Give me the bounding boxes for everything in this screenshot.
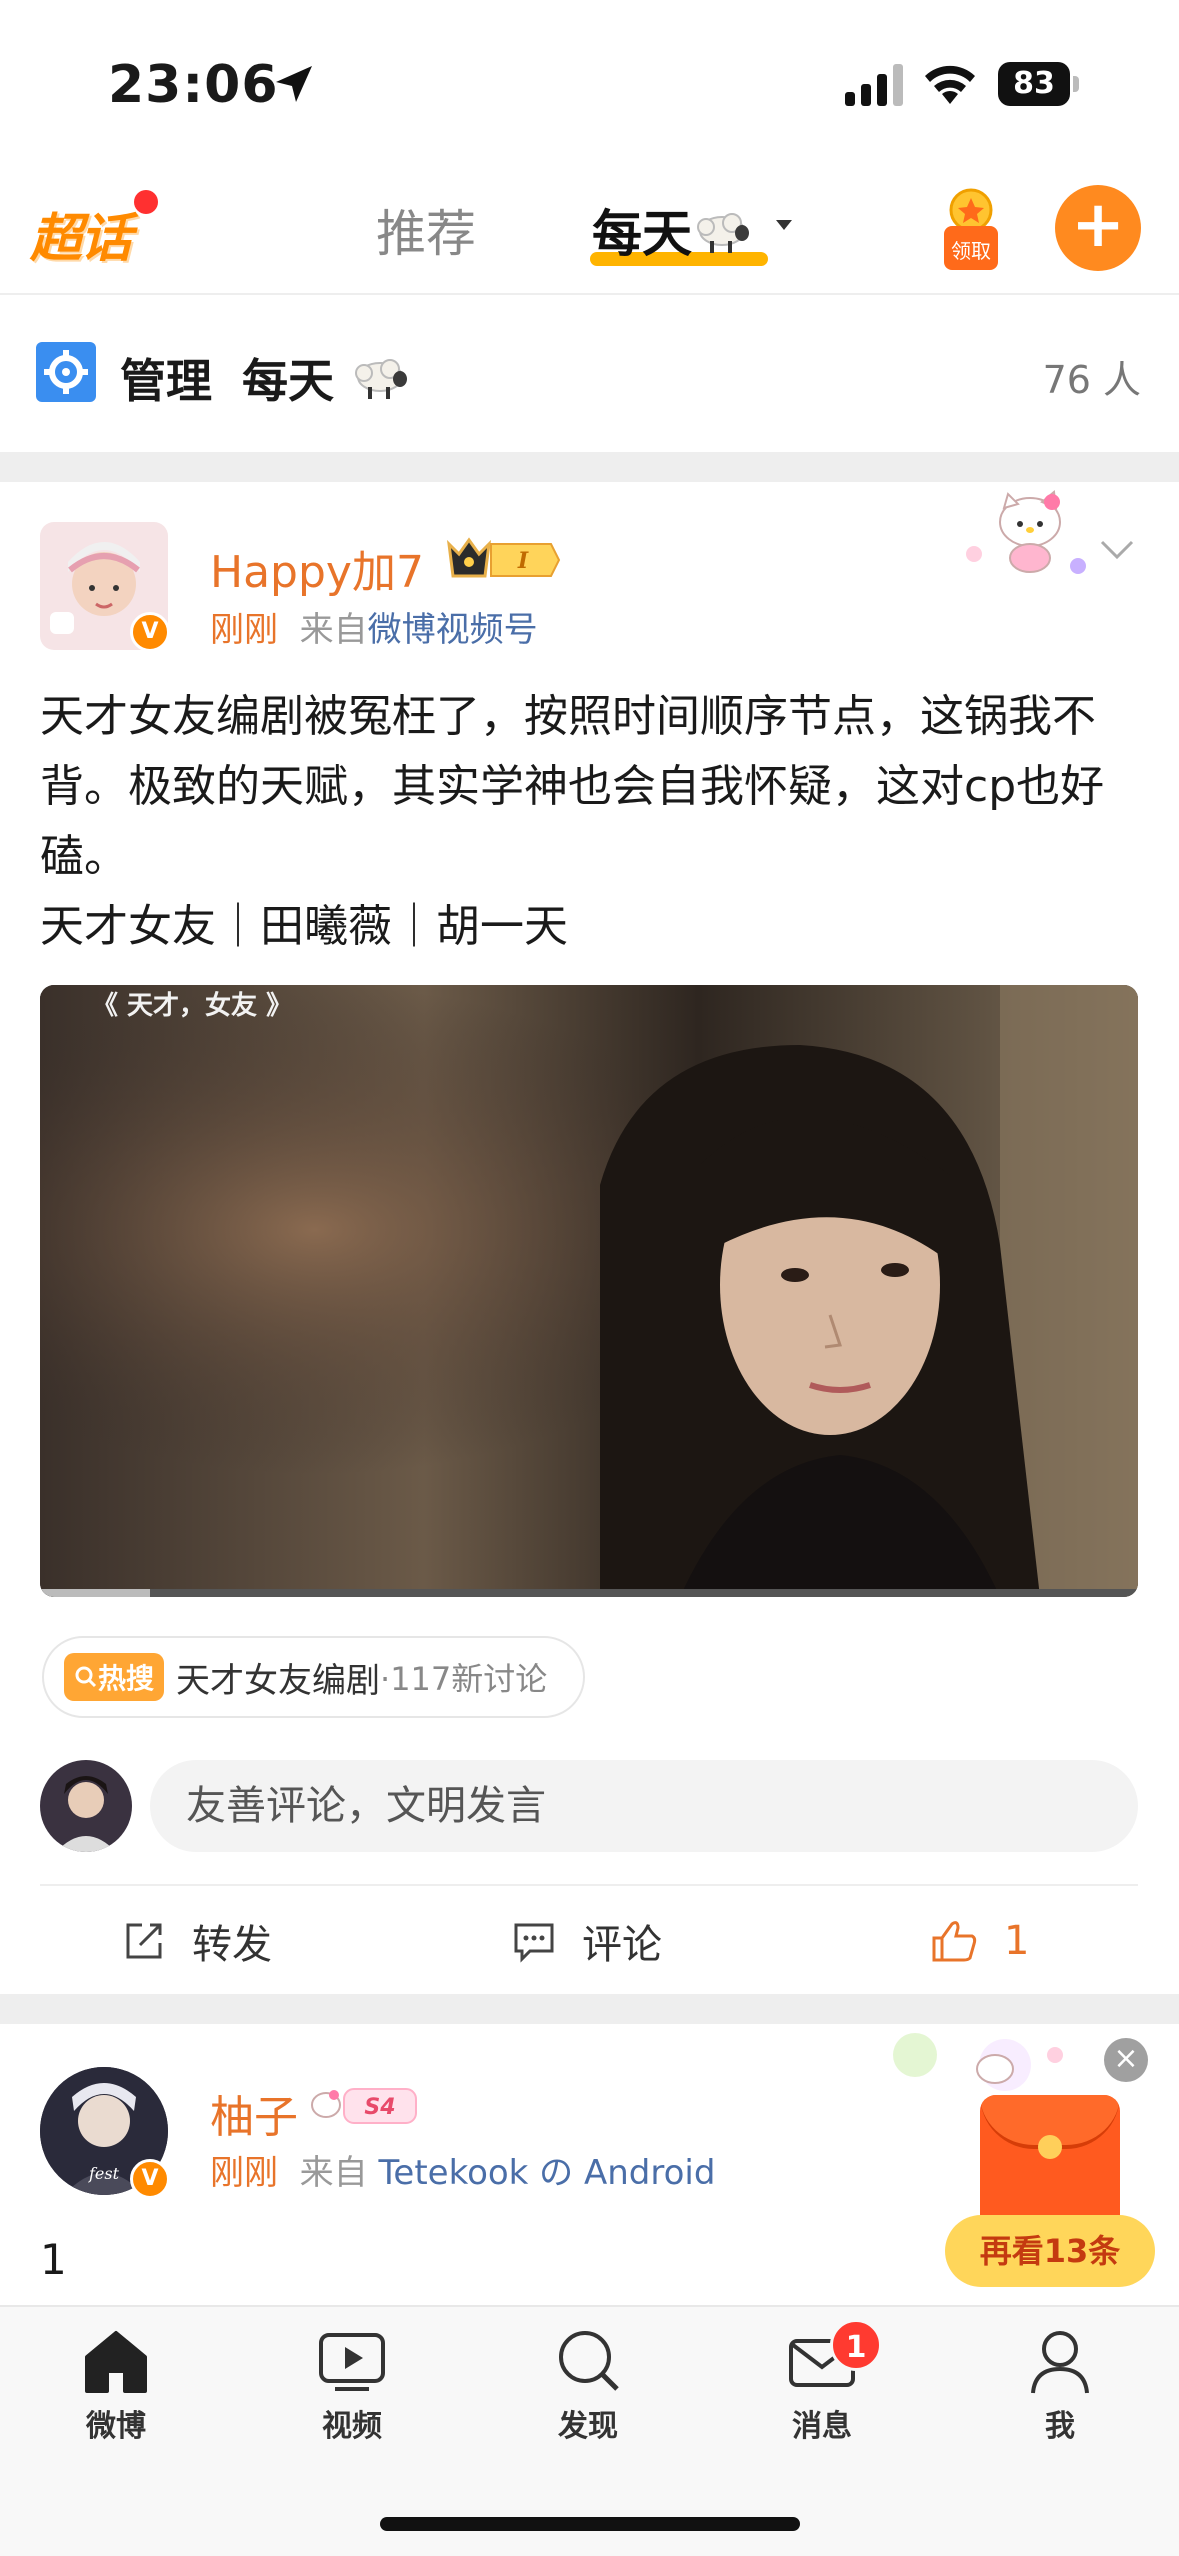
member-count: 76 人: [1042, 358, 1141, 402]
search-icon: [75, 1666, 97, 1688]
like-count: 1: [1004, 1918, 1030, 1964]
see-more-button[interactable]: 再看13条: [945, 2215, 1155, 2287]
hot-discussion-count: ·117新讨论: [380, 1660, 548, 1698]
action-divider: [40, 1884, 1138, 1886]
svg-text:S4: S4: [364, 2095, 395, 2120]
nav-me[interactable]: 我: [990, 2327, 1130, 2445]
my-avatar: [40, 1760, 132, 1852]
bottom-navigation: 微博 视频 发现 1 消息 我: [0, 2305, 1179, 2556]
cellular-signal-icon: [845, 64, 903, 106]
home-icon: [85, 2331, 147, 2393]
home-indicator: [380, 2517, 800, 2531]
top-navigation: 超话 推荐 每天 领取 +: [0, 170, 1179, 295]
video-progress-bar[interactable]: [40, 1589, 1138, 1597]
status-time: 23:06: [108, 55, 279, 115]
status-bar: 23:06 83: [0, 0, 1179, 170]
notification-dot: [134, 190, 158, 214]
svg-text:I: I: [517, 548, 529, 574]
section-divider: [0, 452, 1179, 482]
source-link[interactable]: Tetekook の Android: [378, 2153, 715, 2193]
forward-button[interactable]: 转发: [122, 1906, 272, 1976]
svg-text:fest: fest: [88, 2164, 120, 2183]
tab-dropdown-caret-icon[interactable]: [776, 220, 792, 230]
person-icon: [1031, 2331, 1089, 2394]
chevron-down-icon[interactable]: [1100, 540, 1134, 560]
supertopic-logo[interactable]: 超话: [30, 190, 158, 269]
search-icon: [559, 2331, 619, 2391]
video-caption: 《 天才，女友 》: [92, 991, 293, 1021]
thumbs-up-icon: [932, 1921, 977, 1962]
crown-level-badge: I: [445, 536, 561, 584]
level-badge: S4: [308, 2081, 424, 2129]
verified-badge-icon: V: [130, 2159, 170, 2199]
message-count-badge: 1: [830, 2319, 882, 2371]
battery-icon: 83: [998, 62, 1080, 106]
verified-badge-icon: V: [130, 612, 170, 652]
wifi-icon: [925, 65, 975, 104]
post-author[interactable]: Happy加7: [210, 536, 424, 600]
section-divider: [0, 1994, 1179, 2024]
gear-icon: [36, 342, 96, 402]
manage-label: 管理: [120, 354, 212, 408]
hot-search-chip[interactable]: 热搜 天才女友编剧 ·117新讨论: [42, 1636, 586, 1718]
video-player[interactable]: 《 天才，女友 》: [40, 985, 1138, 1597]
svg-text:领取: 领取: [951, 239, 991, 263]
close-icon[interactable]: ×: [1104, 2038, 1148, 2082]
location-arrow-icon: [276, 66, 312, 102]
comment-icon: [514, 1923, 554, 1963]
nav-messages[interactable]: 1 消息: [752, 2319, 892, 2445]
hot-topic: 天才女友编剧: [176, 1660, 381, 1701]
sheep-icon: [350, 355, 410, 401]
post-body-text: 1: [40, 2235, 67, 2284]
hello-kitty-decoration: [966, 490, 1086, 574]
sheep-icon: [692, 209, 752, 255]
video-frame: [40, 985, 1138, 1597]
post-meta: 刚刚 来自微博视频号: [210, 610, 538, 650]
nav-video[interactable]: 视频: [282, 2327, 422, 2445]
post-author[interactable]: 柚子: [210, 2081, 298, 2145]
hot-search-tag: 热搜: [64, 1653, 165, 1701]
nav-home[interactable]: 微博: [46, 2327, 186, 2445]
post-meta: 刚刚 来自 Tetekook の Android: [210, 2153, 716, 2193]
comment-input[interactable]: 友善评论，文明发言: [150, 1760, 1138, 1852]
post-body-text: 天才女友编剧被冤枉了，按照时间顺序节点，这锅我不背。极致的天赋，其实学神也会自我…: [40, 691, 1105, 952]
video-icon: [319, 2333, 385, 2391]
supertopic-name: 每天: [242, 345, 410, 411]
tab-daily[interactable]: 每天: [592, 194, 752, 266]
comment-button[interactable]: 评论: [512, 1906, 662, 1976]
forward-icon: [126, 1923, 162, 1959]
source-link[interactable]: 微博视频号: [368, 610, 538, 650]
create-post-button[interactable]: +: [1055, 185, 1141, 271]
feed-post: fest V 柚子 S4 刚刚 来自 Tetekook の Android 1 …: [0, 2025, 1179, 2305]
manage-row[interactable]: 管理 每天 76 人: [0, 297, 1179, 452]
battery-level: 83: [1013, 66, 1055, 101]
feed-post: V Happy加7 I 刚刚 来自微博视频号 天才女友编剧被冤枉了，按照时间顺序…: [0, 482, 1179, 1994]
tab-recommend[interactable]: 推荐: [376, 194, 476, 266]
like-button[interactable]: 1: [930, 1906, 1029, 1976]
nav-discover[interactable]: 发现: [518, 2327, 658, 2445]
reward-claim-icon[interactable]: 领取: [940, 188, 1002, 272]
